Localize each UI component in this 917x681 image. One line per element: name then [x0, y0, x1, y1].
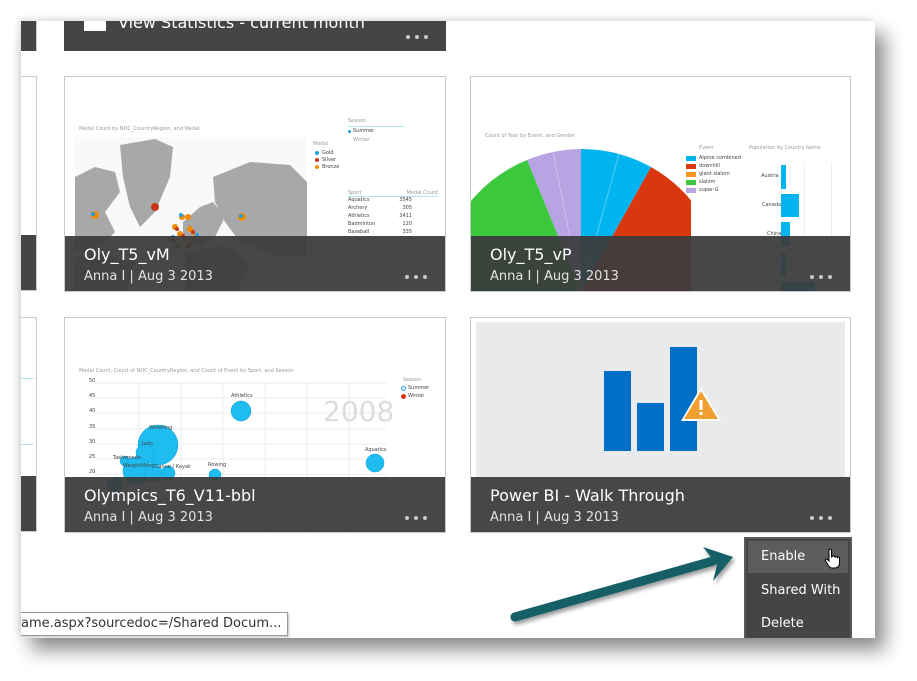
menu-item-shared-with[interactable]: Shared With — [746, 575, 850, 607]
tile-title[interactable]: Olympics_T6_V11-bbl — [84, 486, 256, 505]
tile-title[interactable]: Oly_T5_vM — [84, 245, 170, 264]
tile-caption: Oly_T5_vM Anna I | Aug 3 2013 — [65, 236, 445, 291]
event-legend: Alpine combined downhill giant slalom sl… — [686, 154, 741, 194]
report-icon — [84, 21, 106, 31]
season-legend: Summer Winter — [401, 384, 429, 400]
annotation-arrow — [510, 547, 733, 622]
status-bar-url: ame.aspx?sourcedoc=/Shared Docum... — [21, 612, 289, 636]
tile-caption: Olympics_T6_V11-bbl Anna I | Aug 3 2013 — [65, 477, 445, 532]
menu-item-delete[interactable]: Delete — [746, 608, 850, 638]
tile-view-statistics[interactable]: View Statistics - current month — [64, 21, 446, 51]
tile-power-bi-walk-through[interactable]: Power BI - Walk Through Anna I | Aug 3 2… — [470, 317, 851, 533]
tile-title[interactable]: Oly_T5_vP — [490, 245, 572, 264]
partial-tile-left-1[interactable]: · — [21, 76, 37, 291]
tile-meta: Anna I | Aug 3 2013 — [490, 269, 619, 284]
tile-title[interactable]: Power BI - Walk Through — [490, 486, 685, 505]
context-menu: Enable Shared With Delete — [744, 537, 852, 638]
medal-legend: Gold Silver Bronze — [315, 149, 339, 170]
tile-oly-t5-vm[interactable]: Medal Count by NOC_CountryRegion, and Me… — [64, 76, 446, 292]
tile-caption: Power BI - Walk Through Anna I | Aug 3 2… — [471, 477, 850, 532]
tile-meta: Anna I | Aug 3 2013 — [84, 269, 213, 284]
more-options-button[interactable] — [405, 513, 427, 523]
sport-medal-table: Sport Medal Count Aquatics 3545 Archery 30… — [348, 190, 438, 235]
tile-oly-t5-vp[interactable]: Count of Year by Event, and Gender Event… — [470, 76, 851, 292]
warning-icon — [681, 387, 721, 421]
more-options-button[interactable] — [810, 513, 832, 523]
tile-caption: Oly_T5_vP Anna I | Aug 3 2013 — [471, 236, 850, 291]
more-options-button[interactable] — [405, 272, 427, 282]
tile-title: View Statistics - current month — [118, 21, 365, 32]
browser-viewport: View Statistics - current month · Medal … — [21, 21, 875, 638]
partial-tile-left-top[interactable] — [21, 21, 37, 51]
more-options-button[interactable] — [810, 272, 832, 282]
tile-meta: Anna I | Aug 3 2013 — [84, 510, 213, 525]
hand-pointer-cursor-icon — [824, 548, 840, 569]
tile-meta: Anna I | Aug 3 2013 — [490, 510, 619, 525]
more-options-button[interactable] — [406, 32, 428, 42]
play-axis-year: 2008 — [323, 395, 394, 428]
tile-olympics-t6-v11-bbl[interactable]: Medal Count, Count of NOC_CountryRegion,… — [64, 317, 446, 533]
partial-tile-left-2[interactable] — [21, 317, 37, 532]
